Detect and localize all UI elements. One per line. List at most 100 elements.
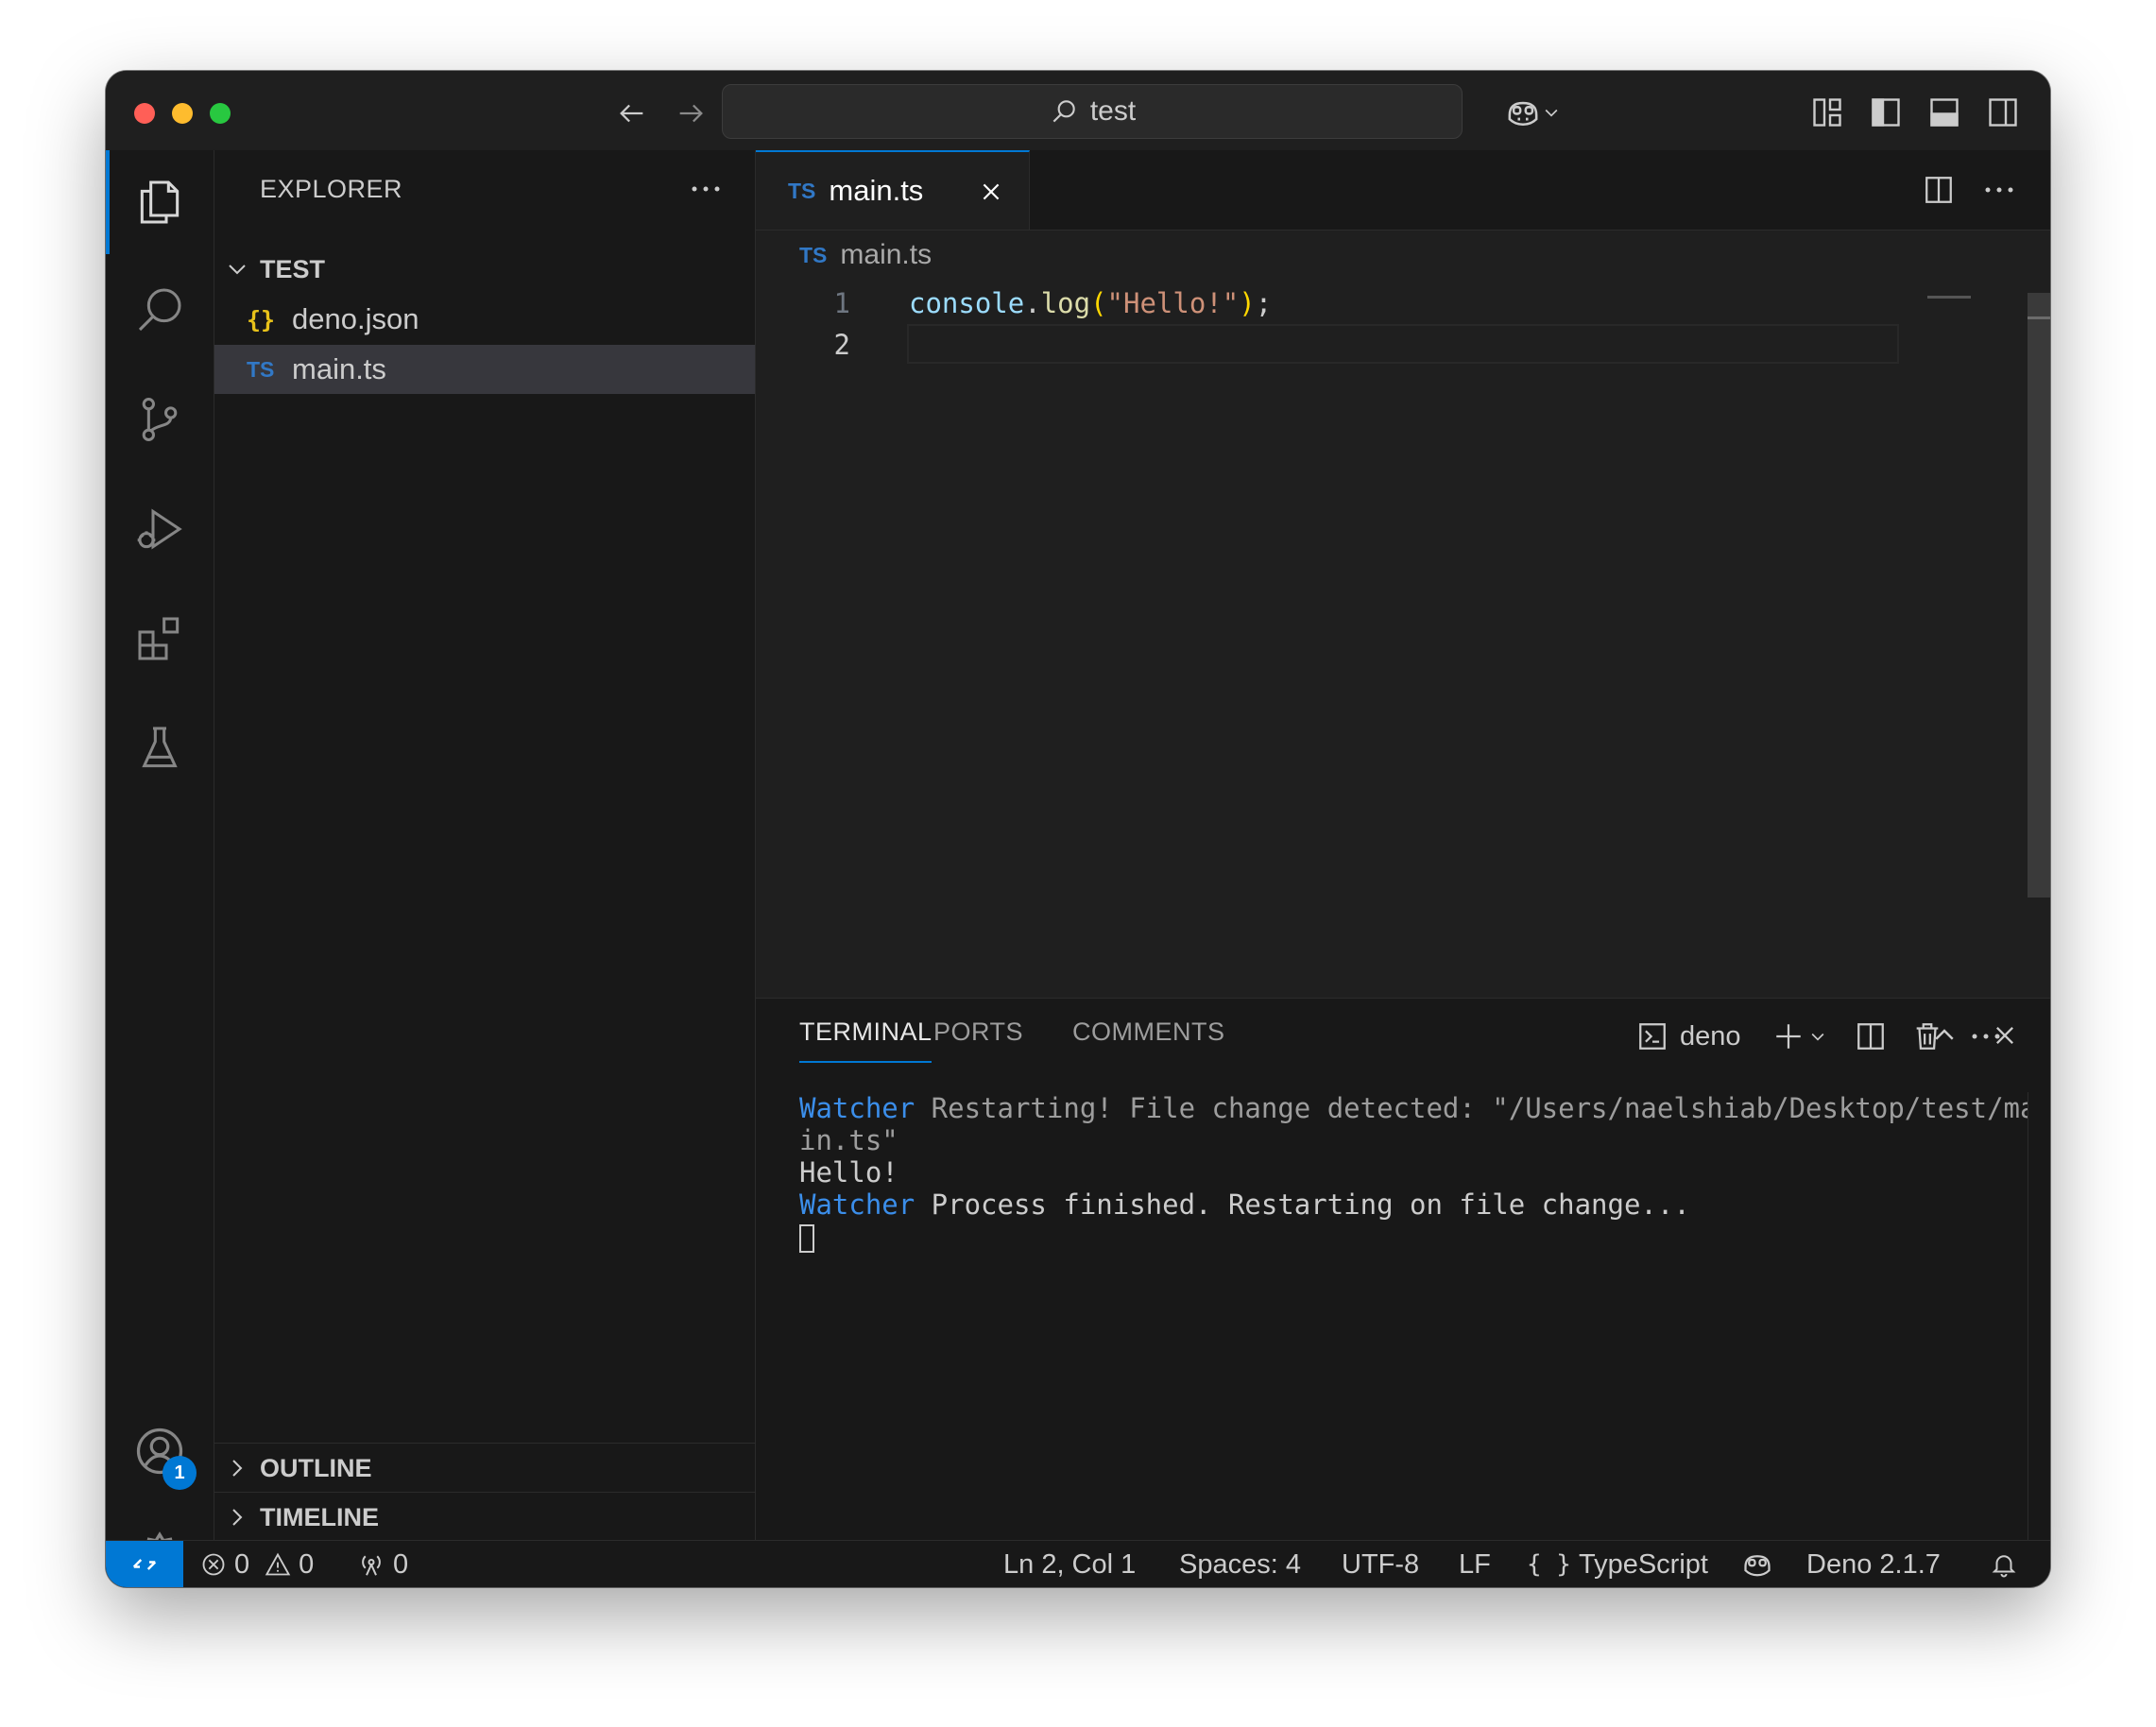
eol-status[interactable]: LF	[1459, 1541, 1491, 1587]
close-panel-button[interactable]	[1982, 1013, 2028, 1058]
new-terminal-button[interactable]	[1765, 1014, 1835, 1059]
file-item-deno-json[interactable]: {} deno.json	[214, 295, 755, 344]
editor-area: TS main.ts TS main.ts 1 console.log("Hel…	[756, 150, 2050, 998]
chevron-right-icon	[214, 1506, 260, 1529]
editor-scrollbar-thumb[interactable]	[2028, 293, 2050, 898]
sidebar-title: EXPLORER	[260, 175, 403, 203]
split-editor-icon	[1925, 177, 1952, 203]
sidebar-more-actions-button[interactable]	[682, 165, 729, 213]
close-window-button[interactable]	[134, 103, 155, 124]
folder-name: TEST	[260, 254, 326, 283]
layout-grid-icon	[1813, 98, 1841, 127]
minimap[interactable]	[1927, 296, 1971, 299]
cursor-position[interactable]: Ln 2, Col 1	[1003, 1541, 1136, 1587]
sidebar-right-icon	[1989, 98, 2017, 127]
activity-extensions[interactable]	[106, 587, 214, 691]
file-label: deno.json	[292, 302, 419, 335]
forward-button[interactable]	[669, 92, 712, 135]
encoding-status[interactable]: UTF-8	[1342, 1541, 1419, 1587]
terminal-line	[799, 1221, 2036, 1253]
file-label: main.ts	[292, 352, 386, 385]
toggle-primary-sidebar-button[interactable]	[1863, 90, 1908, 135]
terminal-selector[interactable]: deno	[1636, 1014, 1741, 1059]
ports-status[interactable]: 0	[357, 1541, 408, 1587]
terminal-icon	[1639, 1023, 1666, 1050]
activity-search[interactable]	[106, 258, 214, 362]
scrollbar-cursor-marker	[2028, 316, 2050, 319]
tab-terminal[interactable]: TERMINAL	[799, 1017, 933, 1047]
code-text: console.log("Hello!");	[909, 287, 1272, 319]
copilot-status[interactable]	[1740, 1541, 1774, 1587]
vscode-window: test 1 EXPLORER TEST {} deno.json TS mai…	[106, 71, 2050, 1587]
outline-section-header[interactable]: OUTLINE	[214, 1443, 755, 1493]
source-control-icon	[142, 398, 178, 441]
explorer-sidebar: EXPLORER TEST {} deno.json TS main.ts OU…	[214, 150, 756, 1540]
command-center-text: test	[1089, 95, 1137, 127]
braces-icon: { }	[1527, 1550, 1571, 1579]
tab-close-button[interactable]	[970, 171, 1012, 213]
remote-indicator-button[interactable]	[106, 1541, 183, 1587]
warning-count: 0	[299, 1548, 315, 1580]
activity-run-debug[interactable]	[106, 477, 214, 581]
activity-explorer[interactable]	[106, 150, 214, 254]
folder-header-test[interactable]: TEST	[214, 245, 755, 294]
error-count: 0	[234, 1548, 250, 1580]
deno-version-status[interactable]: Deno 2.1.7	[1806, 1541, 1941, 1587]
status-bar: 0 0 0 Ln 2, Col 1 Spaces: 4 UTF-8 LF { }…	[106, 1540, 2050, 1587]
command-center-search[interactable]: test	[722, 84, 1463, 139]
minimize-window-button[interactable]	[172, 103, 193, 124]
warning-icon	[265, 1552, 291, 1576]
editor-tabs: TS main.ts	[756, 150, 2050, 231]
terminal-output[interactable]: Watcher Restarting! File change detected…	[799, 1092, 2036, 1253]
language-mode[interactable]: { } TypeScript	[1527, 1541, 1708, 1587]
toggle-panel-button[interactable]	[1922, 90, 1967, 135]
split-terminal-button[interactable]	[1848, 1014, 1893, 1059]
file-item-main-ts[interactable]: TS main.ts	[214, 345, 755, 394]
breadcrumb[interactable]: TS main.ts	[799, 239, 932, 271]
beaker-icon	[142, 727, 178, 768]
outline-label: OUTLINE	[260, 1453, 372, 1482]
json-file-icon: {}	[247, 305, 276, 333]
activity-accounts[interactable]: 1	[106, 1399, 214, 1503]
timeline-label: TIMELINE	[260, 1502, 379, 1531]
token-dot: .	[1024, 287, 1041, 319]
sidebar-left-icon	[1872, 98, 1900, 127]
current-line-highlight	[907, 324, 1899, 364]
ports-count: 0	[393, 1548, 409, 1580]
copilot-icon	[1508, 101, 1538, 127]
split-editor-button[interactable]	[1916, 167, 1961, 213]
problems-status[interactable]: 0 0	[200, 1541, 314, 1587]
timeline-section-header[interactable]: TIMELINE	[214, 1492, 755, 1542]
maximize-panel-button[interactable]	[1922, 1013, 1967, 1058]
typescript-file-icon: TS	[799, 242, 828, 267]
editor-more-actions-button[interactable]	[1976, 167, 2022, 213]
close-icon	[983, 183, 1000, 200]
copilot-icon	[1744, 1555, 1771, 1577]
code-editor[interactable]: 1 console.log("Hello!"); 2	[756, 282, 1984, 366]
title-bar: test	[106, 71, 2050, 151]
chevron-down-icon	[1811, 1033, 1824, 1041]
activity-bar: 1	[106, 150, 214, 1582]
tab-comments[interactable]: COMMENTS	[1072, 1017, 1225, 1047]
tab-main-ts[interactable]: TS main.ts	[756, 150, 1030, 230]
close-icon	[1996, 1027, 2013, 1044]
back-button[interactable]	[610, 92, 654, 135]
copilot-menu-button[interactable]	[1495, 90, 1570, 135]
split-icon	[1857, 1023, 1884, 1050]
token-identifier: console	[909, 287, 1025, 319]
token-function: log	[1040, 287, 1091, 319]
indentation-status[interactable]: Spaces: 4	[1179, 1541, 1301, 1587]
typescript-file-icon: TS	[247, 356, 275, 382]
terminal-text: Process finished. Restarting on file cha…	[915, 1188, 1690, 1221]
accounts-badge: 1	[163, 1456, 197, 1490]
customize-layout-button[interactable]	[1805, 90, 1850, 135]
watcher-prefix: Watcher	[799, 1092, 915, 1124]
maximize-window-button[interactable]	[210, 103, 231, 124]
activity-source-control[interactable]	[106, 368, 214, 471]
tab-ports[interactable]: PORTS	[933, 1017, 1023, 1047]
terminal-line: Watcher Restarting! File change detected…	[799, 1092, 2036, 1124]
toggle-secondary-sidebar-button[interactable]	[1980, 90, 2026, 135]
activity-testing[interactable]	[106, 696, 214, 800]
terminal-scrollbar[interactable]	[2028, 1092, 2050, 1540]
notifications-button[interactable]	[1990, 1541, 2018, 1587]
